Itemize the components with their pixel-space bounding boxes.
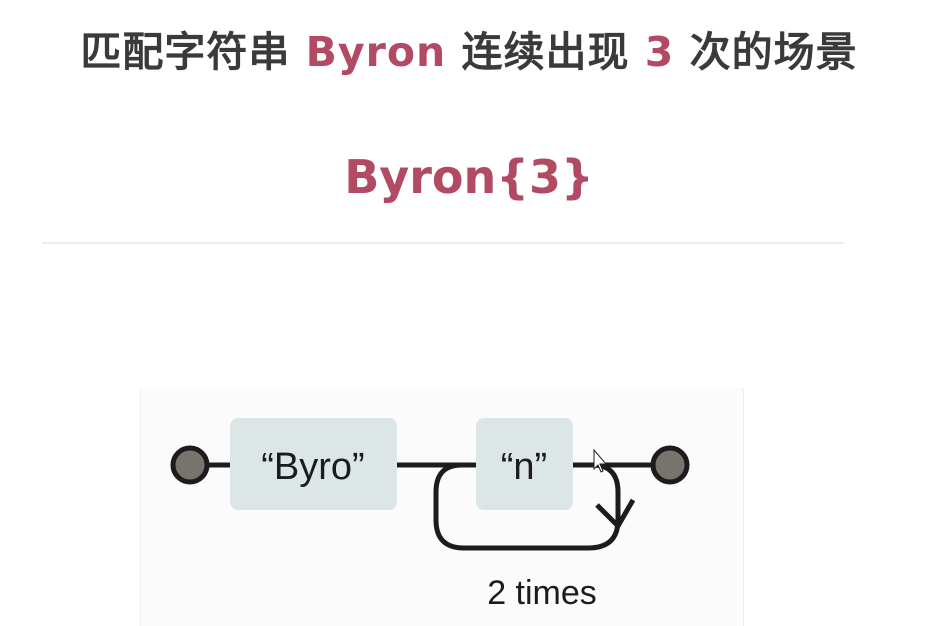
end-terminal <box>650 445 690 485</box>
loop-label: 2 times <box>487 574 597 612</box>
start-terminal <box>170 445 210 485</box>
railroad-diagram: “Byro” “n” 2 times <box>170 418 690 612</box>
node-label-n: “n” <box>501 446 547 488</box>
node-label-byro: “Byro” <box>261 446 364 488</box>
loop-arrow-icon <box>595 498 636 529</box>
